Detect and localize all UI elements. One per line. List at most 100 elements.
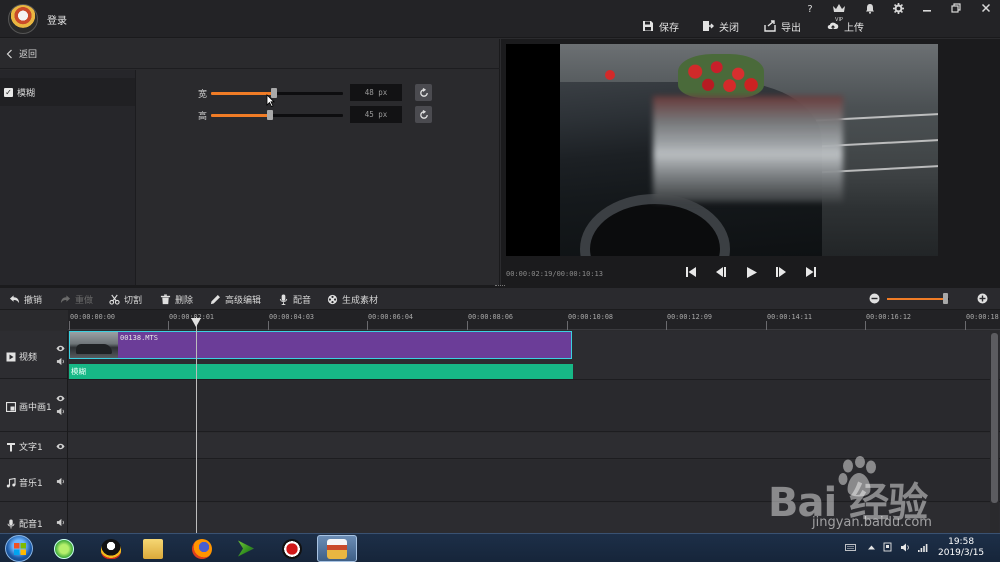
eye-icon[interactable] — [56, 394, 65, 403]
timeline-scrollbar-thumb[interactable] — [991, 333, 998, 503]
ruler-label: 00:00:06:04 — [368, 313, 414, 321]
height-slider-thumb[interactable] — [267, 110, 274, 120]
next-frame-button[interactable] — [773, 264, 789, 280]
vip-icon[interactable]: VIP — [829, 3, 849, 23]
network-tray-icon[interactable] — [917, 542, 928, 553]
height-label: 高 — [198, 112, 208, 122]
exit-button[interactable]: 关闭 — [702, 18, 739, 34]
dub-button[interactable]: 配音 — [278, 292, 311, 306]
usb-tray-icon[interactable] — [882, 542, 893, 553]
width-slider-fill — [211, 92, 275, 95]
back-button[interactable]: 返回 — [0, 39, 500, 69]
track-label-video: 视频 — [19, 353, 38, 363]
keyboard-tray-icon[interactable] — [845, 542, 856, 553]
volume-tray-icon[interactable] — [900, 542, 911, 553]
width-value-field[interactable]: 48 px — [350, 84, 402, 101]
firefox-icon — [192, 538, 212, 559]
redo-button[interactable]: 重做 — [60, 292, 93, 306]
save-button[interactable]: 保存 — [642, 18, 679, 34]
effect-checkbox[interactable]: ✓ — [4, 87, 13, 97]
advanced-edit-button[interactable]: 高级编辑 — [210, 292, 261, 306]
clip-name: 00138.MTS — [120, 334, 158, 342]
export-button[interactable]: 导出 — [764, 18, 801, 34]
blur-region[interactable] — [653, 96, 843, 202]
undo-button[interactable]: 撤销 — [9, 292, 42, 306]
pencil-icon — [210, 294, 220, 304]
skip-to-start-button[interactable] — [683, 264, 699, 280]
upload-button[interactable]: 上传 — [827, 18, 864, 34]
speaker-icon[interactable] — [56, 477, 65, 486]
video-preview[interactable] — [506, 44, 938, 256]
ruler-label: 00:00:18: — [966, 313, 1000, 321]
eye-icon[interactable] — [56, 344, 65, 353]
windows-logo-icon — [14, 543, 26, 555]
restore-icon[interactable] — [946, 3, 966, 17]
taskbar-app-editor[interactable] — [317, 535, 357, 562]
height-value-field[interactable]: 45 px — [350, 106, 402, 123]
height-slider-fill — [211, 114, 271, 117]
playhead-handle[interactable] — [191, 318, 201, 327]
playhead-line[interactable] — [196, 317, 197, 533]
upload-icon — [827, 22, 839, 30]
bell-icon[interactable] — [860, 3, 880, 17]
undo-label: 撤销 — [24, 295, 43, 306]
taskbar-app-firefox[interactable] — [182, 535, 222, 562]
360-icon — [54, 538, 74, 559]
eye-icon[interactable] — [56, 442, 65, 451]
upload-label: 上传 — [844, 22, 864, 34]
time-ruler[interactable]: 00:00:00:00 00:00:02:01 00:00:04:03 00:0… — [68, 310, 1000, 330]
close-icon[interactable] — [976, 3, 996, 17]
app-logo[interactable] — [8, 4, 38, 34]
save-icon — [643, 21, 653, 31]
ruler-label: 00:00:04:03 — [269, 313, 315, 321]
film-reel-icon — [327, 294, 338, 304]
start-button[interactable] — [5, 535, 33, 562]
taskbar-app-media[interactable] — [226, 535, 266, 562]
previous-frame-button[interactable] — [713, 264, 729, 280]
help-icon[interactable]: ? — [800, 3, 820, 17]
ruler-label: 00:00:00:00 — [70, 313, 116, 321]
effect-clip[interactable]: 模糊 — [69, 364, 573, 379]
previous-frame-icon — [716, 267, 726, 277]
zoom-slider-thumb[interactable] — [942, 293, 948, 304]
zoom-out-icon — [869, 293, 880, 304]
track-header-text[interactable]: 文字1 — [0, 433, 67, 459]
taskbar-clock[interactable]: 19:58 2019/3/15 — [938, 537, 984, 559]
track-header-music[interactable]: 音乐1 — [0, 460, 67, 502]
tray-expand-icon[interactable] — [866, 542, 877, 553]
windows-taskbar: 19:58 2019/3/15 — [0, 533, 1000, 562]
taskbar-app-360[interactable] — [44, 535, 84, 562]
track-header-video[interactable]: 视频 — [0, 331, 67, 379]
microphone-icon — [7, 519, 15, 528]
width-reset-button[interactable] — [415, 84, 432, 101]
zoom-out-button[interactable] — [869, 293, 880, 307]
exit-label: 关闭 — [719, 22, 739, 34]
track-header-voice[interactable]: 配音1 — [0, 503, 67, 533]
clip-thumbnail — [70, 332, 118, 358]
generate-material-button[interactable]: 生成素材 — [327, 292, 378, 306]
zoom-in-button[interactable] — [977, 293, 988, 307]
delete-button[interactable]: 删除 — [160, 292, 193, 306]
cut-button[interactable]: 切割 — [109, 292, 142, 306]
speaker-icon[interactable] — [56, 407, 65, 416]
track-label-text: 文字1 — [19, 443, 43, 453]
taskbar-app-recorder[interactable] — [272, 535, 312, 562]
clock-time: 19:58 — [948, 537, 975, 547]
play-button[interactable] — [743, 264, 759, 280]
track-lane-pip[interactable] — [68, 380, 1000, 432]
media-icon — [238, 540, 254, 557]
video-clip[interactable]: 00138.MTS — [69, 331, 572, 359]
effect-item-blur[interactable]: ✓ 模糊 — [0, 78, 135, 106]
mouse-cursor-icon — [266, 94, 275, 107]
taskbar-app-qq[interactable] — [91, 535, 131, 562]
gear-icon[interactable] — [888, 3, 908, 17]
login-link[interactable]: 登录 — [47, 12, 67, 27]
skip-to-end-button[interactable] — [803, 264, 819, 280]
speaker-icon[interactable] — [56, 357, 65, 366]
track-header-pip[interactable]: 画中画1 — [0, 380, 67, 432]
minimize-icon[interactable] — [917, 3, 937, 17]
speaker-icon[interactable] — [56, 518, 65, 527]
height-reset-button[interactable] — [415, 106, 432, 123]
taskbar-app-explorer[interactable] — [133, 535, 173, 562]
effect-list: ✓ 模糊 删除 清空 — [0, 70, 136, 308]
